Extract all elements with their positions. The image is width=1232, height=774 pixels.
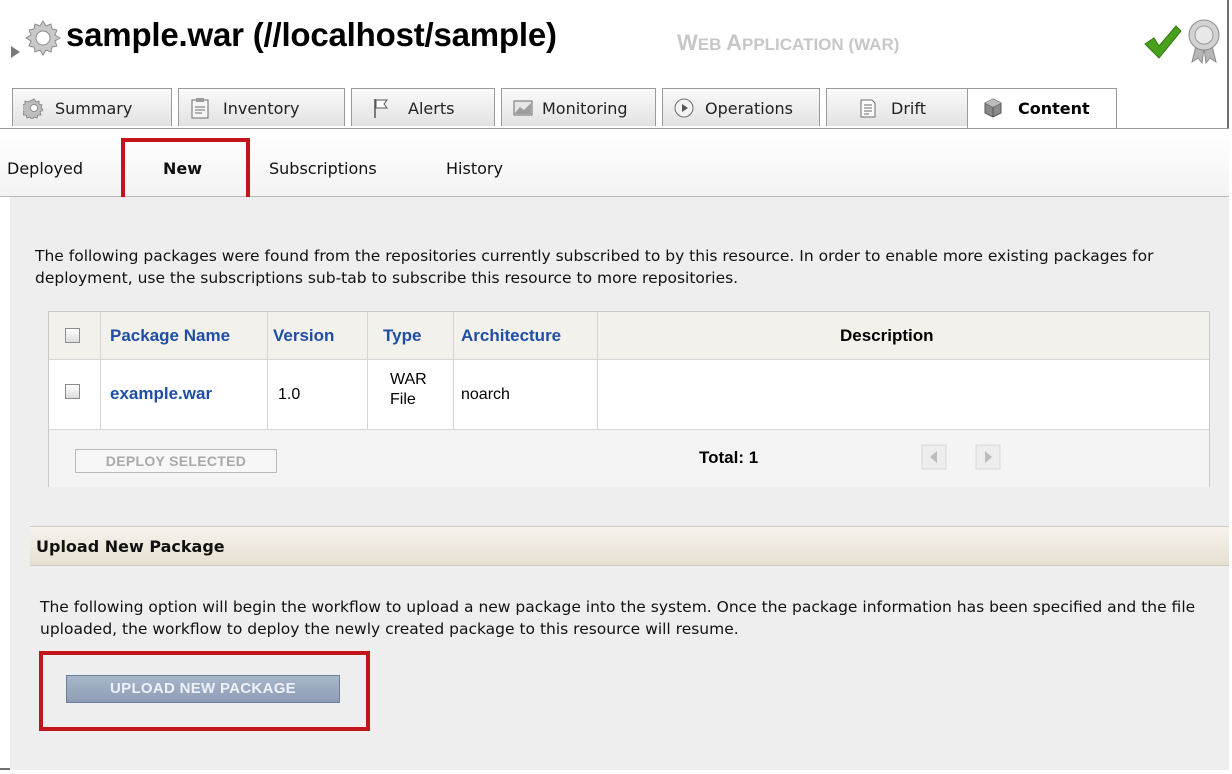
tab-monitoring-label: Monitoring [542, 99, 628, 118]
subtitle-lead-2: A [726, 30, 742, 55]
clipboard-icon [191, 98, 209, 119]
tab-summary-label: Summary [55, 99, 133, 118]
column-divider [367, 312, 368, 430]
chart-icon [513, 100, 533, 116]
deploy-selected-button[interactable]: DEPLOY SELECTED [75, 449, 277, 473]
tab-drift[interactable]: Drift [826, 88, 970, 126]
column-divider [267, 312, 268, 430]
column-header-description[interactable]: Description [840, 326, 934, 346]
upload-description-text: The following option will begin the work… [40, 598, 1196, 638]
next-page-icon[interactable] [975, 444, 1001, 470]
select-all-checkbox[interactable] [65, 328, 80, 343]
upload-section-header: Upload New Package [30, 526, 1229, 566]
subtitle-rest-1: EB [697, 35, 727, 54]
document-icon [860, 99, 876, 118]
availability-badge-icon [1188, 19, 1220, 64]
column-header-architecture[interactable]: Architecture [461, 326, 561, 346]
tab-summary[interactable]: Summary [12, 88, 172, 126]
box-icon [984, 98, 1002, 118]
table-header: Package Name Version Type Architecture D… [49, 312, 1209, 360]
packages-table: Package Name Version Type Architecture D… [48, 311, 1210, 487]
package-type-line2: File [390, 391, 416, 408]
row-checkbox[interactable] [65, 384, 80, 399]
tab-alerts[interactable]: Alerts [351, 88, 495, 126]
subtitle-rest-2: PPLICATION (WAR) [742, 35, 900, 54]
table-row[interactable]: example.war 1.0 WAR File noarch [49, 360, 1209, 430]
tab-alerts-label: Alerts [408, 99, 455, 118]
column-divider [100, 312, 101, 430]
column-divider [597, 312, 598, 430]
package-version: 1.0 [278, 386, 301, 403]
packages-intro-text: The following packages were found from t… [35, 247, 1154, 287]
tab-inventory-label: Inventory [223, 99, 300, 118]
flag-icon [374, 99, 388, 118]
gear-icon [23, 98, 44, 119]
page-title: sample.war (//localhost/sample) [66, 16, 557, 53]
tab-content[interactable]: Content [967, 88, 1117, 130]
resource-header: sample.war (//localhost/sample) WEB APPL… [0, 0, 1232, 88]
table-footer: DEPLOY SELECTED Total: 1 [49, 430, 1209, 487]
previous-page-icon[interactable] [921, 444, 947, 470]
column-divider [453, 312, 454, 430]
tab-operations[interactable]: Operations [662, 88, 820, 126]
upload-section-title: Upload New Package [36, 537, 225, 556]
tab-inventory[interactable]: Inventory [178, 88, 345, 126]
package-type-line1: WAR [390, 371, 427, 388]
checkmark-icon [1144, 25, 1182, 59]
gear-icon [25, 20, 61, 56]
total-count: Total: 1 [699, 448, 759, 467]
expand-arrow-icon[interactable] [11, 46, 20, 58]
tab-content-label: Content [1018, 99, 1090, 118]
column-header-version[interactable]: Version [273, 326, 334, 346]
tab-monitoring[interactable]: Monitoring [501, 88, 656, 126]
tab-drift-label: Drift [891, 99, 926, 118]
column-header-type[interactable]: Type [383, 326, 421, 346]
package-name-link[interactable]: example.war [110, 384, 212, 404]
package-architecture: noarch [461, 386, 510, 403]
upload-button-highlight-box [39, 651, 370, 731]
subtab-history[interactable]: History [446, 159, 503, 178]
resource-type-label: WEB APPLICATION (WAR) [677, 30, 899, 56]
tab-operations-label: Operations [705, 99, 793, 118]
subtab-deployed[interactable]: Deployed [7, 159, 83, 178]
column-header-package-name[interactable]: Package Name [110, 326, 230, 346]
subtab-subscriptions[interactable]: Subscriptions [269, 159, 377, 178]
play-icon [674, 98, 694, 118]
subtitle-lead-1: W [677, 30, 698, 55]
